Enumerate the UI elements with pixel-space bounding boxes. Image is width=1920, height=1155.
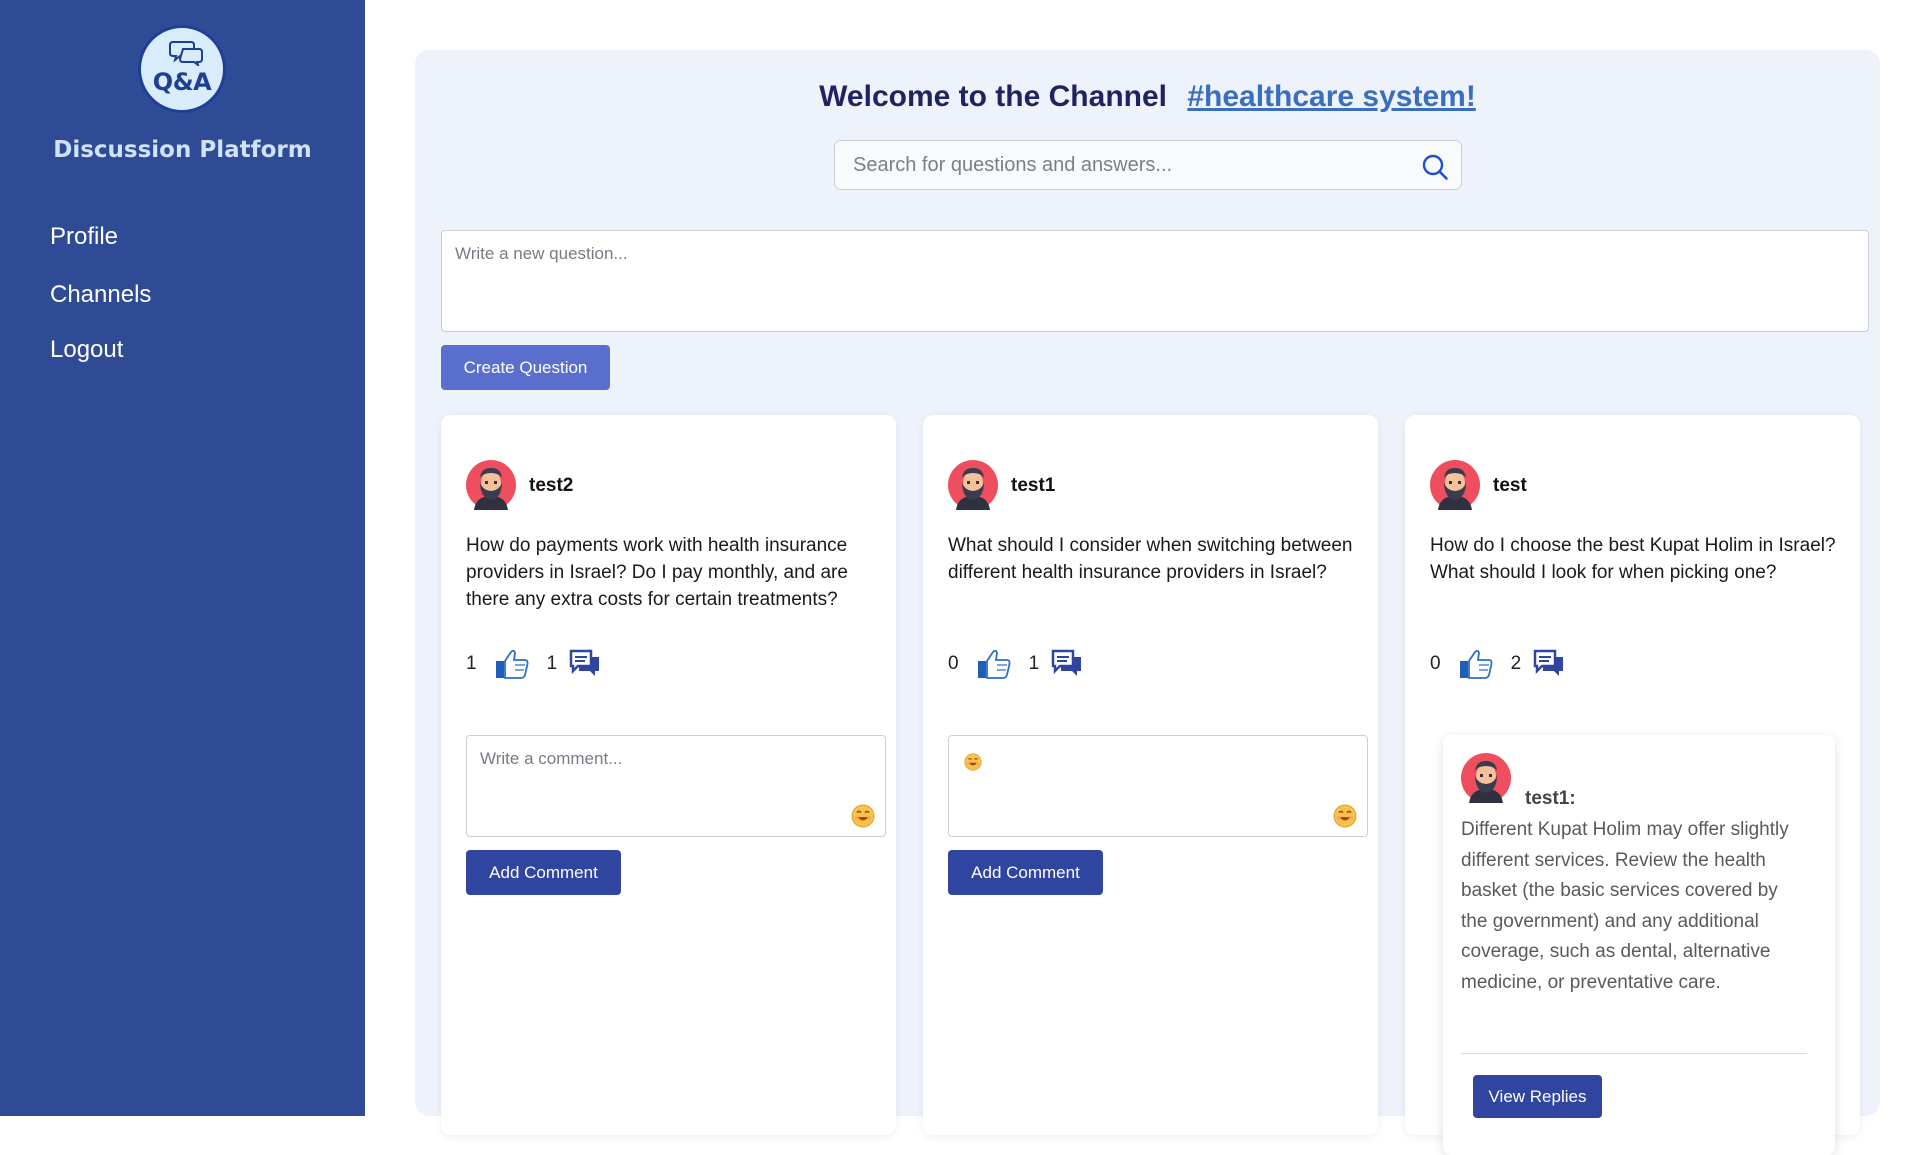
view-replies-button[interactable]: View Replies [1473, 1075, 1602, 1118]
add-comment-button[interactable]: Add Comment [948, 850, 1103, 895]
question-text: What should I consider when switching be… [948, 535, 1353, 583]
search-icon[interactable] [1421, 153, 1449, 181]
reply-author: test1: [1525, 788, 1576, 809]
nav-item-channels[interactable]: Channels [50, 281, 151, 309]
comment-icon[interactable] [569, 649, 601, 679]
thumbs-up-icon[interactable] [977, 648, 1011, 680]
emoji-icon[interactable] [851, 804, 875, 828]
comment-input[interactable] [467, 736, 885, 836]
question-stats: 0 1 [948, 647, 1083, 681]
add-comment-button[interactable]: Add Comment [466, 850, 621, 895]
question-card: test1 What should I consider when switch… [923, 415, 1378, 1135]
search-input[interactable] [835, 141, 1405, 189]
channel-link[interactable]: #healthcare system! [1187, 80, 1476, 113]
avatar [948, 460, 998, 510]
logo-text: Q&A [152, 68, 212, 96]
reply-count: 1 [1028, 653, 1040, 674]
page-title: Welcome to the Channel #healthcare syste… [415, 80, 1880, 114]
question-text: How do I choose the best Kupat Holim in … [1430, 535, 1836, 583]
like-count: 0 [1430, 653, 1441, 674]
comment-icon[interactable] [1051, 649, 1083, 679]
thumbs-up-icon[interactable] [495, 648, 529, 680]
question-author: test2 [529, 475, 574, 496]
nav-item-profile[interactable]: Profile [50, 223, 118, 251]
reply-count: 2 [1510, 653, 1522, 674]
main-content: Welcome to the Channel #healthcare syste… [415, 50, 1880, 1155]
emoji-icon[interactable] [1333, 804, 1357, 828]
brand-title: Discussion Platform [53, 137, 312, 163]
reply-count: 1 [546, 653, 558, 674]
question-card: test How do I choose the best Kupat Holi… [1405, 415, 1860, 1155]
reply-text: Different Kupat Holim may offer slightly… [1461, 819, 1789, 993]
comment-box [948, 735, 1368, 837]
nav-item-logout[interactable]: Logout [50, 336, 123, 364]
avatar [466, 460, 516, 510]
sidebar: Q&A Discussion Platform Profile Channels… [0, 0, 365, 1116]
comment-box [466, 735, 886, 837]
thumbs-up-icon[interactable] [1459, 648, 1493, 680]
question-text: How do payments work with health insuran… [466, 535, 848, 610]
question-card: test2 How do payments work with health i… [441, 415, 896, 1135]
new-question-input[interactable] [441, 230, 1869, 332]
like-count: 0 [948, 653, 959, 674]
divider [1461, 1053, 1807, 1054]
inserted-emoji-icon [964, 753, 982, 771]
question-stats: 1 1 [466, 647, 601, 681]
reply-panel: test1: Different Kupat Holim may offer s… [1443, 735, 1835, 1155]
avatar [1461, 753, 1511, 803]
like-count: 1 [466, 653, 477, 674]
question-author: test [1493, 475, 1527, 496]
comment-input[interactable] [949, 736, 1367, 836]
avatar [1430, 460, 1480, 510]
search-bar [834, 140, 1462, 190]
logo: Q&A [138, 25, 226, 113]
welcome-text: Welcome to the Channel [819, 80, 1167, 113]
question-author: test1 [1011, 475, 1056, 496]
comment-icon[interactable] [1533, 649, 1565, 679]
question-stats: 0 2 [1430, 647, 1565, 681]
chat-bubbles-icon [169, 41, 203, 66]
create-question-button[interactable]: Create Question [441, 345, 610, 390]
